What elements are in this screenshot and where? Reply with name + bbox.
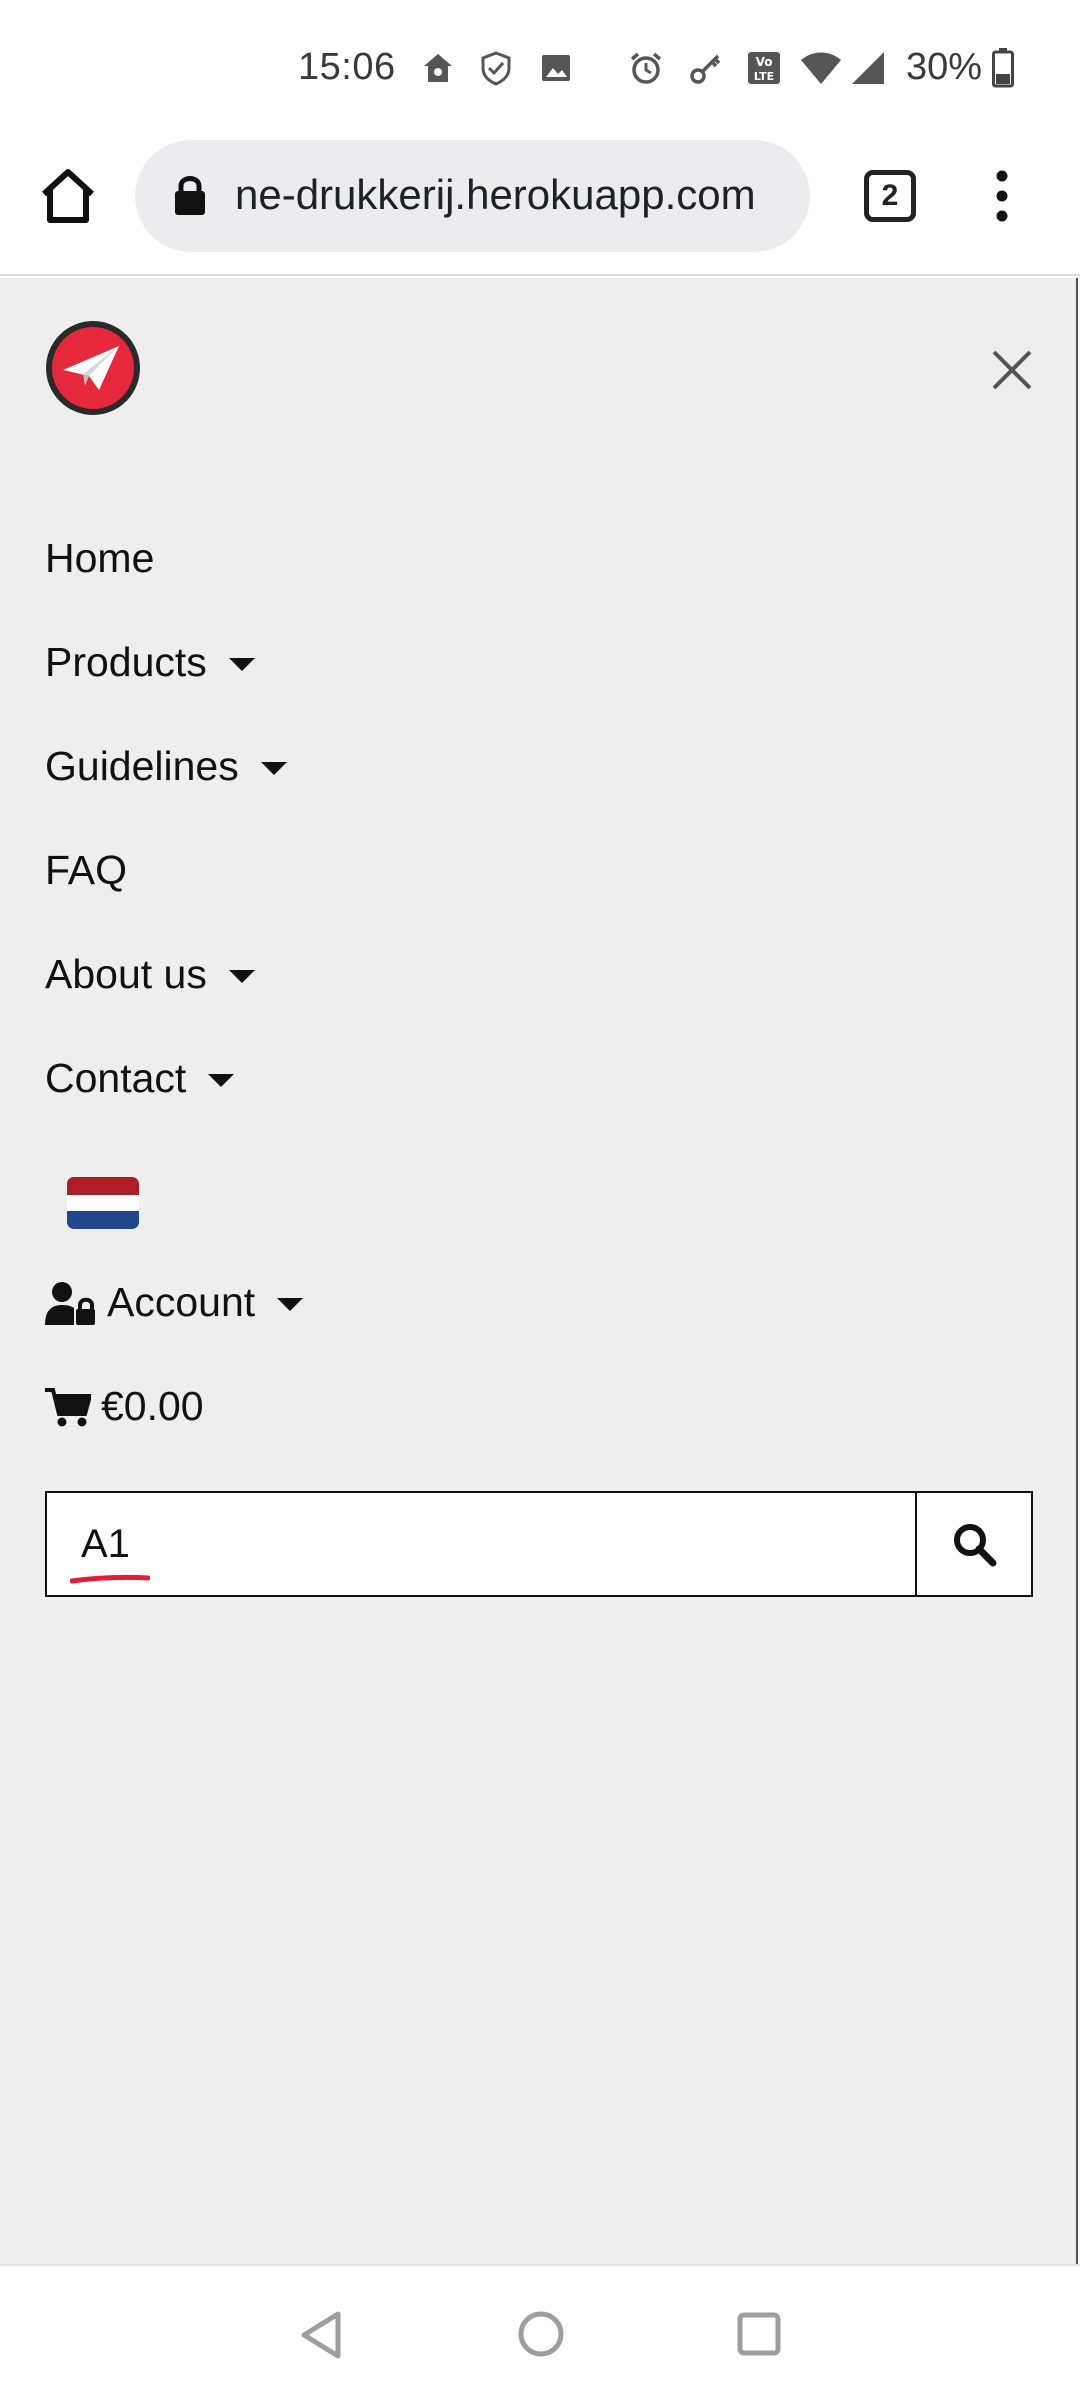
url-text: ne-drukkerij.herokuapp.com (235, 171, 756, 218)
key-icon (690, 54, 721, 84)
address-bar[interactable]: ne-drukkerij.herokuapp.com (135, 140, 810, 252)
lock-icon (175, 176, 205, 215)
home-circle-icon[interactable] (517, 2310, 565, 2358)
caret-down-icon (208, 1074, 235, 1087)
side-menu: Home Products Guidelines FAQ About us Co… (0, 278, 1078, 2264)
signal-icon (852, 52, 884, 84)
caret-down-icon (260, 762, 287, 775)
nav-item-products[interactable]: Products (45, 639, 255, 686)
browser-menu-icon[interactable] (984, 166, 1020, 226)
search-button[interactable] (915, 1493, 1031, 1595)
shopping-cart-icon (45, 1387, 91, 1426)
browser-home-icon[interactable] (36, 164, 100, 228)
shield-check-icon (481, 51, 511, 86)
nav-item-contact[interactable]: Contact (45, 1055, 235, 1102)
svg-text:LTE: LTE (754, 70, 774, 83)
close-icon[interactable] (988, 346, 1036, 394)
user-lock-icon (45, 1281, 95, 1325)
cart-link[interactable]: €0.00 (45, 1383, 204, 1430)
web-page: Home Products Guidelines FAQ About us Co… (0, 278, 1080, 2264)
status-time: 15:06 (298, 46, 396, 88)
nav-item-about-us[interactable]: About us (45, 951, 255, 998)
search-form (45, 1491, 1033, 1597)
recent-apps-icon[interactable] (737, 2312, 781, 2356)
caret-down-icon (228, 658, 255, 671)
back-icon[interactable] (298, 2310, 344, 2360)
volte-icon: Vo LTE (748, 52, 780, 84)
site-logo[interactable] (43, 318, 143, 418)
search-icon (954, 1524, 997, 1567)
spellcheck-underline (70, 1574, 150, 1584)
caret-down-icon (228, 970, 255, 983)
netherlands-flag-icon[interactable] (67, 1177, 139, 1229)
search-input[interactable] (47, 1493, 915, 1595)
caret-down-icon (277, 1298, 304, 1311)
nav-item-guidelines[interactable]: Guidelines (45, 743, 287, 790)
account-menu[interactable]: Account (45, 1279, 304, 1326)
system-nav-bar (0, 2264, 1080, 2400)
wifi-icon (801, 52, 841, 84)
browser-toolbar: ne-drukkerij.herokuapp.com 2 (0, 140, 1080, 276)
nav-item-faq[interactable]: FAQ (45, 847, 127, 894)
status-bar: 15:06 Vo LTE 30% (0, 0, 1080, 140)
battery-icon (992, 48, 1014, 88)
nav-item-home[interactable]: Home (45, 535, 154, 582)
home-network-icon (424, 54, 452, 82)
alarm-icon (630, 52, 662, 84)
svg-text:Vo: Vo (756, 55, 773, 69)
image-icon (542, 55, 570, 81)
battery-percent: 30% (906, 46, 983, 88)
tab-switcher-button[interactable]: 2 (864, 170, 916, 222)
